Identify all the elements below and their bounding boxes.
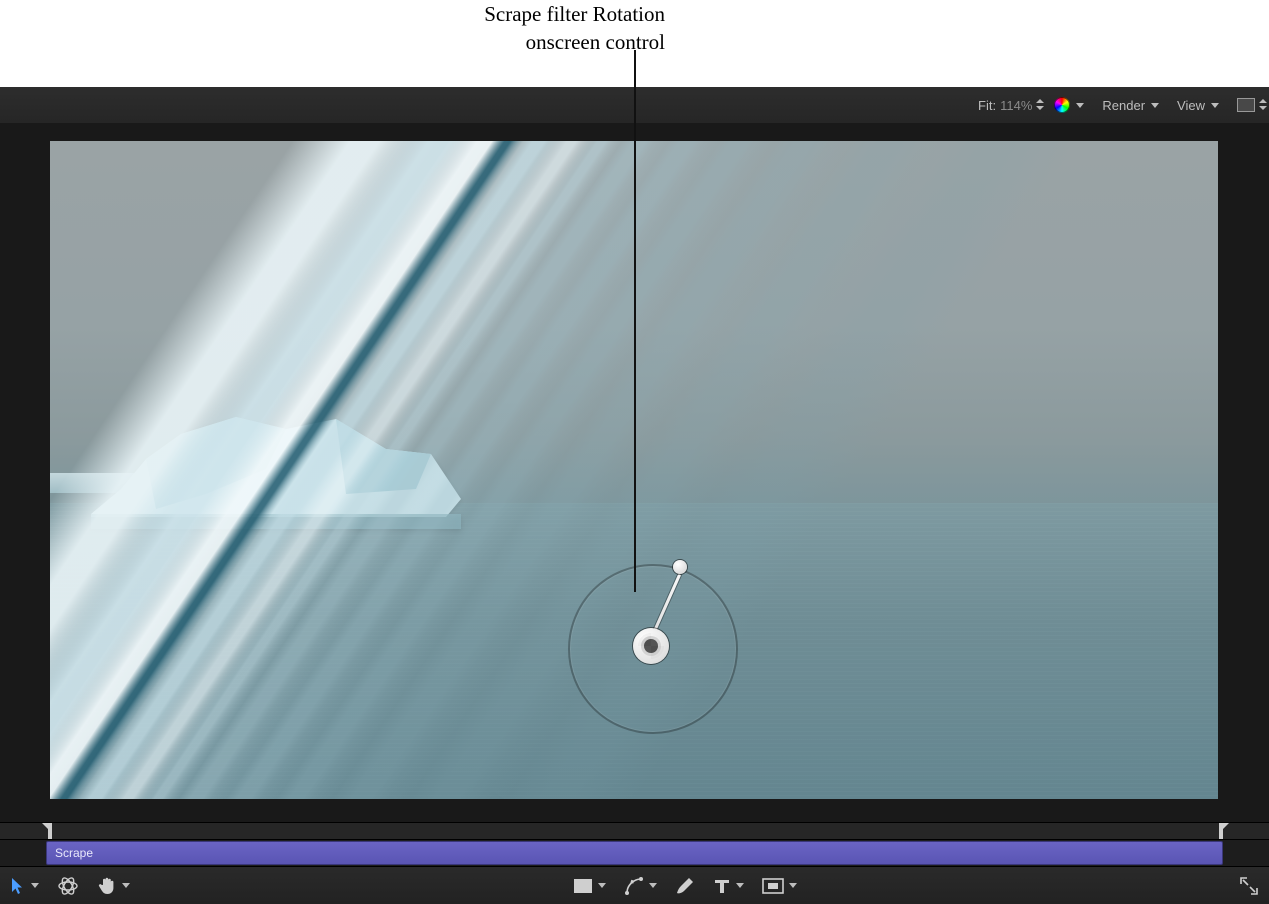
color-channels-menu[interactable] — [1054, 97, 1084, 113]
callout-text: Scrape filter Rotation onscreen control — [375, 0, 665, 57]
scrape-center-handle[interactable] — [633, 628, 669, 664]
select-tool[interactable] — [10, 877, 39, 895]
render-label: Render — [1102, 98, 1145, 113]
text-tool[interactable] — [713, 877, 744, 895]
callout-line2: onscreen control — [526, 30, 665, 54]
chevron-down-icon — [1211, 103, 1219, 108]
render-menu[interactable]: Render — [1102, 98, 1159, 113]
chevron-down-icon — [598, 883, 606, 888]
chevron-down-icon — [1151, 103, 1159, 108]
pan-tool[interactable] — [97, 876, 130, 896]
timeline-clip-scrape[interactable]: Scrape — [46, 841, 1223, 865]
scrape-rotation-handle[interactable] — [673, 560, 687, 574]
shape-rectangle-tool[interactable] — [573, 878, 606, 894]
canvas-tool-toolbar — [0, 866, 1269, 904]
view-menu[interactable]: View — [1177, 98, 1219, 113]
callout-leader-line — [634, 50, 636, 592]
paint-brush-tool[interactable] — [675, 876, 695, 896]
fit-value: 114% — [1000, 98, 1032, 113]
clip-label: Scrape — [55, 846, 93, 860]
zoom-fit-control[interactable]: Fit: 114% — [978, 98, 1036, 113]
chevron-down-icon — [649, 883, 657, 888]
chevron-down-icon — [122, 883, 130, 888]
out-point-marker[interactable] — [1217, 823, 1231, 839]
callout-line1: Scrape filter Rotation — [484, 2, 665, 26]
chevron-down-icon — [789, 883, 797, 888]
orbit-3d-tool[interactable] — [57, 875, 79, 897]
chevron-down-icon — [736, 883, 744, 888]
in-point-marker[interactable] — [40, 823, 54, 839]
mini-timeline: Scrape — [0, 822, 1269, 867]
color-wheel-icon — [1054, 97, 1070, 113]
view-label: View — [1177, 98, 1205, 113]
timeline-ruler[interactable] — [0, 823, 1269, 840]
fullscreen-button[interactable] — [1239, 876, 1259, 896]
chevron-down-icon — [31, 883, 39, 888]
chevron-down-icon — [1076, 103, 1084, 108]
fit-label: Fit: — [978, 98, 996, 113]
background-color-menu[interactable] — [1237, 98, 1259, 112]
background-swatch-icon — [1237, 98, 1255, 112]
mask-rectangle-tool[interactable] — [762, 878, 797, 894]
pen-tool[interactable] — [624, 876, 657, 896]
